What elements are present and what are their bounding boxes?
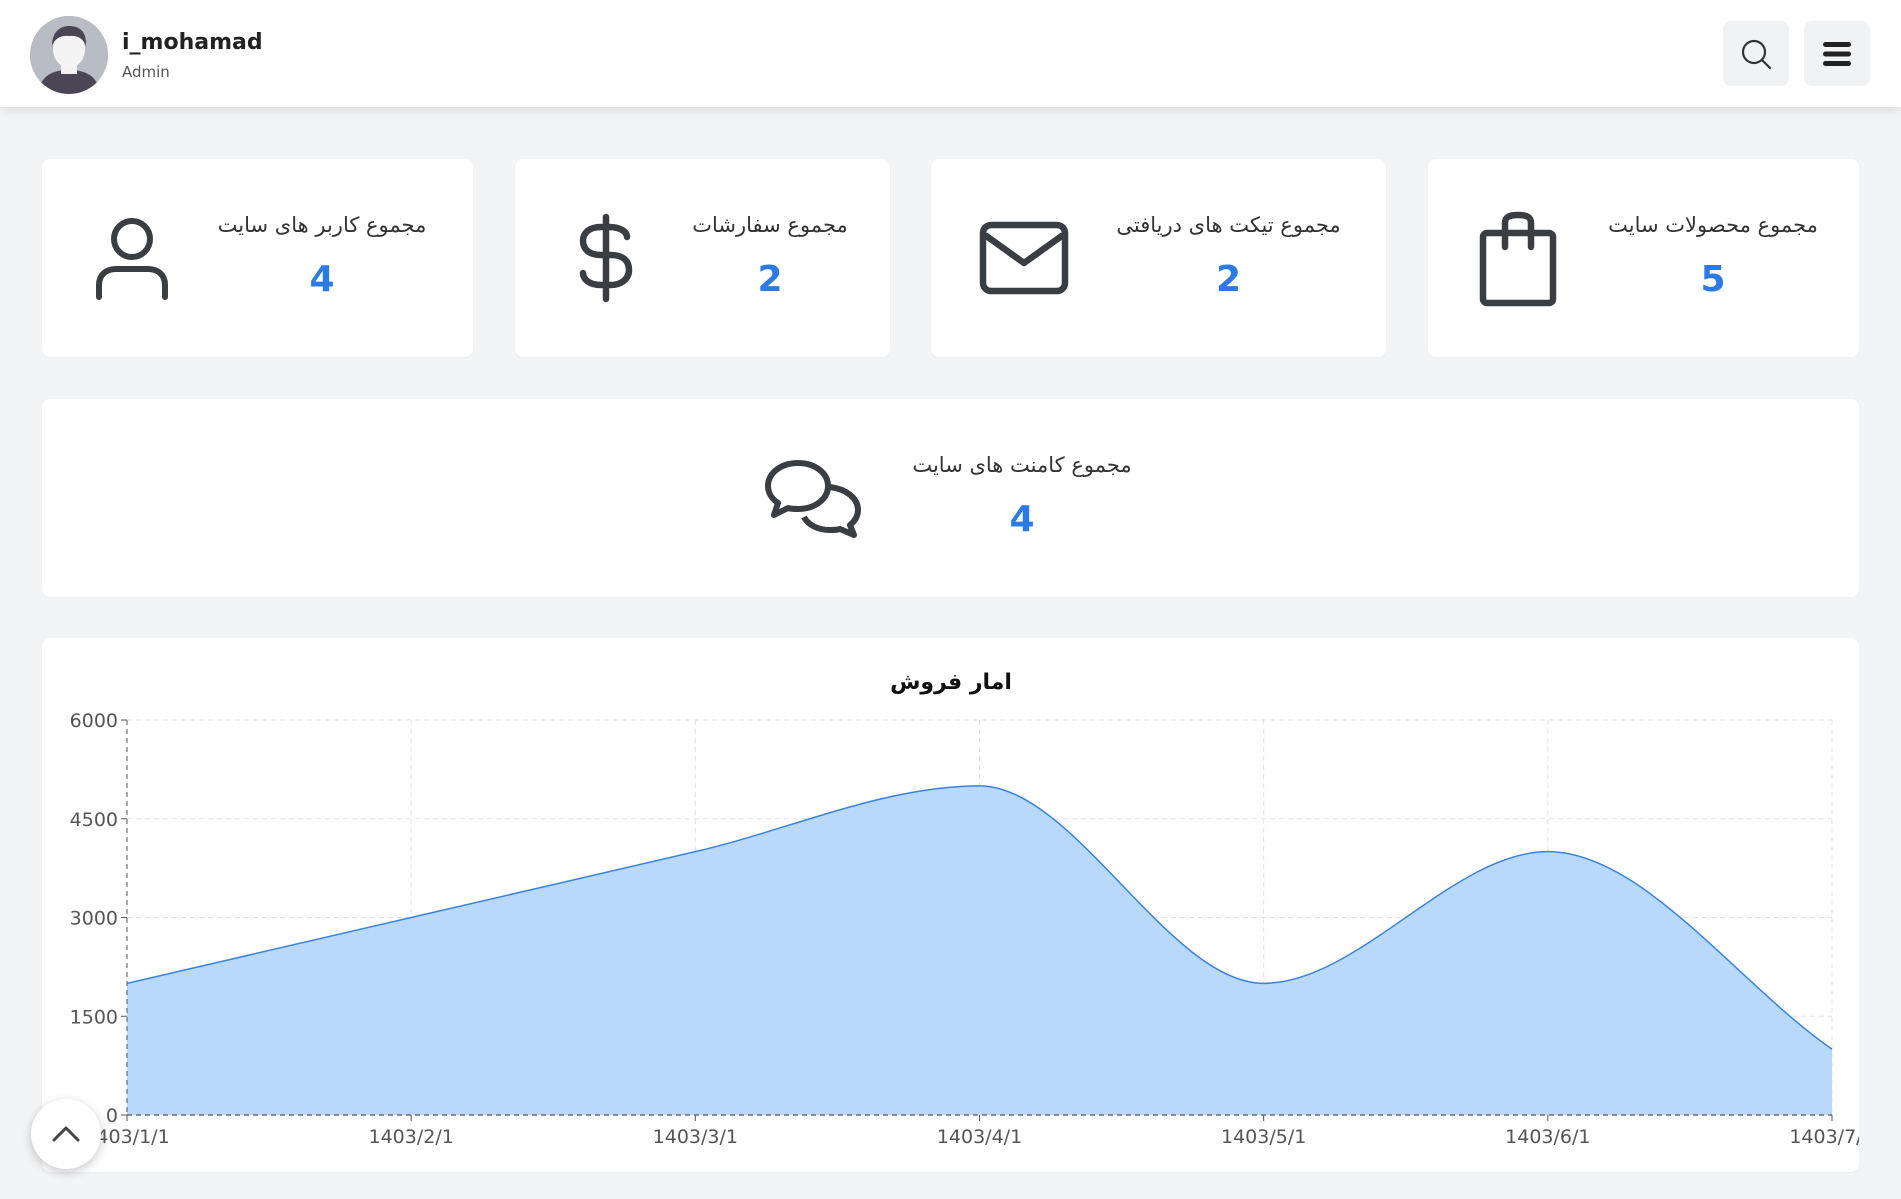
stat-value-comments: 4 <box>1009 499 1035 540</box>
sales-chart-card: امار فروش 0 1500 3000 4500 6000 1403/1/1 1403/… <box>42 638 1859 1172</box>
stat-card-orders: مجموع سفارشات 2 <box>515 159 890 357</box>
stat-label-tickets: مجموع تیکت های دریافتی <box>1116 213 1341 237</box>
top-header: i_mohamad Admin <box>0 0 1901 107</box>
menu-icon <box>1823 41 1851 66</box>
stat-value-orders: 2 <box>757 259 783 300</box>
stat-label-products: مجموع محصولات سایت <box>1608 213 1818 237</box>
envelope-icon <box>979 221 1069 295</box>
y-tick-label: 6000 <box>70 710 118 732</box>
y-tick-label: 4500 <box>70 809 118 831</box>
stat-label-comments: مجموع کامنت های سایت <box>912 453 1132 477</box>
x-tick-label: 1403/4/1 <box>937 1126 1022 1148</box>
stat-value-tickets: 2 <box>1215 259 1242 300</box>
shopping-bag-icon <box>1479 211 1557 307</box>
sales-area-chart: 015003000450060001403/1/1 1403/2/1 1403/3/… <box>70 710 1859 1148</box>
y-tick-label: 0 <box>106 1105 118 1127</box>
user-icon <box>96 218 168 300</box>
stat-card-tickets: مجموع تیکت های دریافتی 2 <box>931 159 1386 357</box>
y-tick-label: 3000 <box>70 908 118 930</box>
x-tick-label: 1403/3/1 <box>653 1126 738 1148</box>
chat-bubbles-icon <box>765 460 861 538</box>
stat-label-users: مجموع کاربر های سایت <box>217 213 427 237</box>
user-name: i_mohamad <box>122 30 263 55</box>
dollar-icon <box>579 213 633 303</box>
stat-card-users: مجموع کاربر های سایت 4 <box>42 159 473 357</box>
search-icon <box>1741 39 1772 69</box>
x-tick-label: 1403/6/1 <box>1505 1126 1590 1148</box>
x-tick-label: 1403/7/1 <box>1789 1126 1859 1148</box>
avatar[interactable] <box>30 16 108 94</box>
x-tick-label: 1403/5/1 <box>1221 1126 1306 1148</box>
stat-card-products: مجموع محصولات سایت 5 <box>1428 159 1859 357</box>
chevron-up-icon <box>52 1126 80 1142</box>
stat-card-comments: مجموع کامنت های سایت 4 <box>42 399 1859 597</box>
stat-value-users: 4 <box>309 259 335 300</box>
menu-button[interactable] <box>1804 21 1870 86</box>
search-button[interactable] <box>1723 21 1789 86</box>
scroll-top-button[interactable] <box>31 1099 101 1169</box>
series-area <box>127 785 1832 1115</box>
stat-value-products: 5 <box>1700 259 1726 300</box>
y-tick-label: 1500 <box>70 1006 118 1028</box>
x-tick-label: 1403/2/1 <box>368 1126 453 1148</box>
stat-label-orders: مجموع سفارشات <box>692 213 848 237</box>
user-role: Admin <box>122 63 170 81</box>
